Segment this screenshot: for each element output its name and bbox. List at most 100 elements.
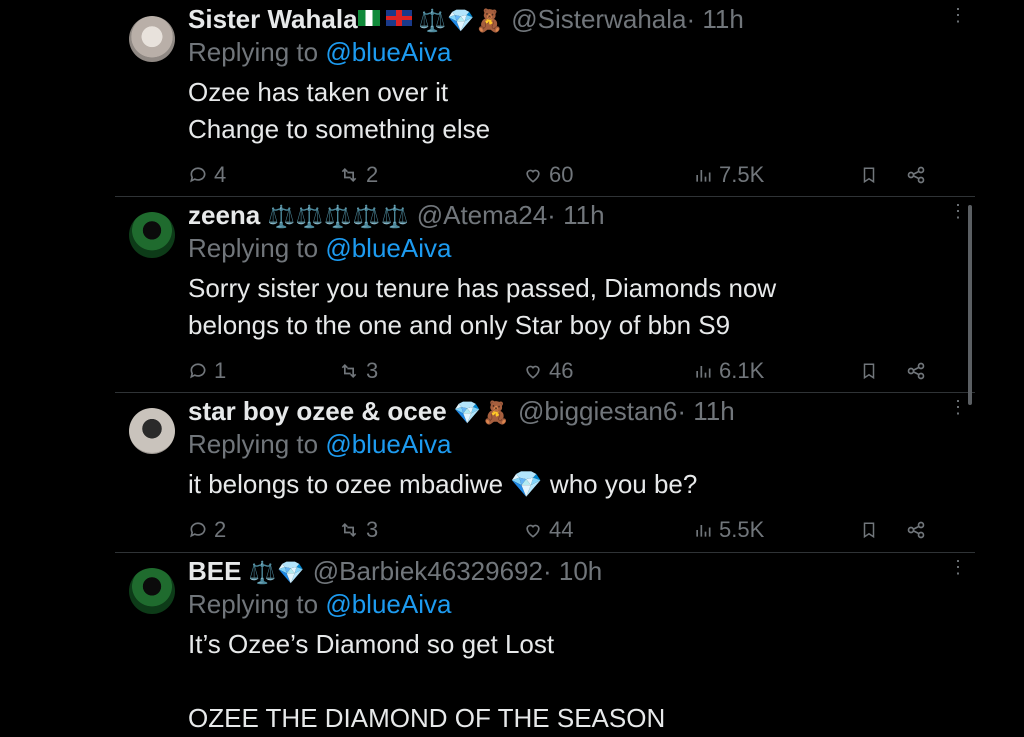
- scrollbar[interactable]: [968, 205, 972, 405]
- views-button[interactable]: 6.1K: [693, 358, 764, 384]
- mention-link[interactable]: @blueAiva: [325, 233, 451, 263]
- reply-count: 4: [214, 162, 227, 187]
- avatar[interactable]: [129, 568, 175, 614]
- reply-button[interactable]: 2: [188, 517, 226, 543]
- display-name[interactable]: BEE: [188, 556, 241, 586]
- tweet-header: star boy ozee & ocee 💎🧸 @biggiestan6· 11…: [188, 396, 975, 428]
- like-button[interactable]: 46: [523, 358, 573, 384]
- mention-link[interactable]: @blueAiva: [325, 589, 451, 619]
- share-icon: [907, 362, 925, 380]
- views-button[interactable]: 5.5K: [693, 517, 764, 543]
- timestamp[interactable]: 11h: [702, 4, 743, 34]
- like-count: 60: [549, 162, 574, 187]
- bookmark-icon: [863, 167, 875, 184]
- retweet-count: 3: [366, 517, 379, 542]
- separator-dot: ·: [547, 200, 556, 230]
- uk-flag-icon: [385, 10, 412, 26]
- tweet-text: Sorry sister you tenure has passed, Diam…: [188, 270, 975, 344]
- user-handle[interactable]: @Atema24: [417, 200, 547, 230]
- diamond-icon: 💎: [277, 560, 306, 585]
- more-options-icon[interactable]: ⋮: [949, 6, 967, 24]
- replying-prefix: Replying to: [188, 429, 326, 459]
- timestamp[interactable]: 10h: [559, 556, 602, 586]
- tweet-4[interactable]: BEE ⚖️💎 @Barbiek46329692· 10h ⋮ Replying…: [115, 556, 975, 735]
- timestamp[interactable]: 11h: [563, 200, 604, 230]
- mention-link[interactable]: @blueAiva: [325, 429, 451, 459]
- scales-badge-icon: ⚖️⚖️⚖️⚖️⚖️: [267, 204, 410, 229]
- separator-dot: ·: [542, 556, 552, 586]
- reply-icon: [190, 167, 206, 183]
- scales-badge-icon: ⚖️: [248, 560, 278, 585]
- tweet-text-before: it belongs to ozee mbadiwe: [188, 469, 511, 499]
- like-count: 44: [549, 517, 574, 542]
- tweet-header: Sister Wahala ⚖️💎🧸 @Sisterwahala· 11h: [188, 4, 975, 36]
- replying-prefix: Replying to: [188, 589, 326, 619]
- reply-button[interactable]: 4: [188, 162, 226, 188]
- replying-to: Replying to @blueAiva: [188, 36, 975, 68]
- like-button[interactable]: 44: [523, 517, 573, 543]
- views-icon: [696, 525, 711, 537]
- display-name[interactable]: Sister Wahala: [188, 4, 358, 34]
- bookmark-button[interactable]: [860, 358, 884, 384]
- tweet-text-line: [188, 663, 975, 700]
- reply-button[interactable]: 1: [188, 358, 226, 384]
- view-count: 7.5K: [719, 162, 765, 187]
- more-options-icon[interactable]: ⋮: [949, 398, 967, 416]
- tweet-text-line: OZEE THE DIAMOND OF THE SEASON: [188, 703, 666, 733]
- diamond-icon: 💎: [453, 400, 483, 425]
- retweet-button[interactable]: 3: [338, 358, 378, 384]
- replying-prefix: Replying to: [188, 233, 326, 263]
- view-count: 5.5K: [719, 517, 765, 542]
- replying-to: Replying to @blueAiva: [188, 428, 975, 460]
- separator-dot: ·: [686, 4, 696, 34]
- bookmark-button[interactable]: [860, 517, 884, 543]
- teddy-bear-icon: 🧸: [482, 400, 511, 425]
- share-button[interactable]: [906, 162, 932, 188]
- tweet-text: Ozee has taken over it Change to somethi…: [188, 74, 975, 148]
- tweet-text-line: Ozee has taken over it: [188, 77, 449, 107]
- user-handle[interactable]: @Barbiek46329692: [313, 556, 543, 586]
- tweet-text-line: belongs to the one and only Star boy of …: [188, 310, 731, 340]
- view-count: 6.1K: [719, 358, 765, 383]
- scales-badge-icon: ⚖️: [418, 8, 448, 33]
- user-handle[interactable]: @biggiestan6: [518, 396, 677, 426]
- diamond-icon: 💎: [510, 469, 543, 499]
- action-bar: 4 2 60 7.5K: [188, 162, 975, 192]
- display-name[interactable]: zeena: [188, 200, 260, 230]
- share-button[interactable]: [906, 517, 932, 543]
- tweet-text: It’s Ozee’s Diamond so get Lost OZEE THE…: [188, 626, 975, 737]
- tweet-text-line: It’s Ozee’s Diamond so get Lost: [188, 629, 555, 659]
- tweet-text-after: who you be?: [542, 469, 698, 499]
- divider: [115, 392, 975, 393]
- bookmark-button[interactable]: [860, 162, 884, 188]
- like-count: 46: [549, 358, 574, 383]
- views-button[interactable]: 7.5K: [693, 162, 764, 188]
- mention-link[interactable]: @blueAiva: [325, 37, 451, 67]
- timestamp[interactable]: 11h: [693, 396, 734, 426]
- views-icon: [696, 170, 711, 182]
- replying-prefix: Replying to: [188, 37, 326, 67]
- tweet-2[interactable]: zeena ⚖️⚖️⚖️⚖️⚖️ @Atema24· 11h ⋮ Replyin…: [115, 200, 975, 390]
- retweet-count: 3: [366, 358, 379, 383]
- avatar[interactable]: [129, 408, 175, 454]
- retweet-button[interactable]: 2: [338, 162, 378, 188]
- display-name[interactable]: star boy ozee & ocee: [188, 396, 447, 426]
- views-icon: [696, 366, 711, 378]
- retweet-button[interactable]: 3: [338, 517, 378, 543]
- replying-to: Replying to @blueAiva: [188, 588, 975, 620]
- tweet-1[interactable]: Sister Wahala ⚖️💎🧸 @Sisterwahala· 11h ⋮ …: [115, 4, 975, 194]
- retweet-icon: [341, 363, 357, 379]
- tweet-3[interactable]: star boy ozee & ocee 💎🧸 @biggiestan6· 11…: [115, 396, 975, 550]
- more-options-icon[interactable]: ⋮: [949, 558, 967, 576]
- reply-icon: [190, 363, 206, 379]
- divider: [115, 552, 975, 553]
- reply-count: 2: [214, 517, 227, 542]
- more-options-icon[interactable]: ⋮: [949, 202, 967, 220]
- share-button[interactable]: [906, 358, 932, 384]
- avatar[interactable]: [129, 16, 175, 62]
- avatar[interactable]: [129, 212, 175, 258]
- user-handle[interactable]: @Sisterwahala: [511, 4, 686, 34]
- share-icon: [907, 166, 925, 184]
- like-button[interactable]: 60: [523, 162, 573, 188]
- separator-dot: ·: [677, 396, 686, 426]
